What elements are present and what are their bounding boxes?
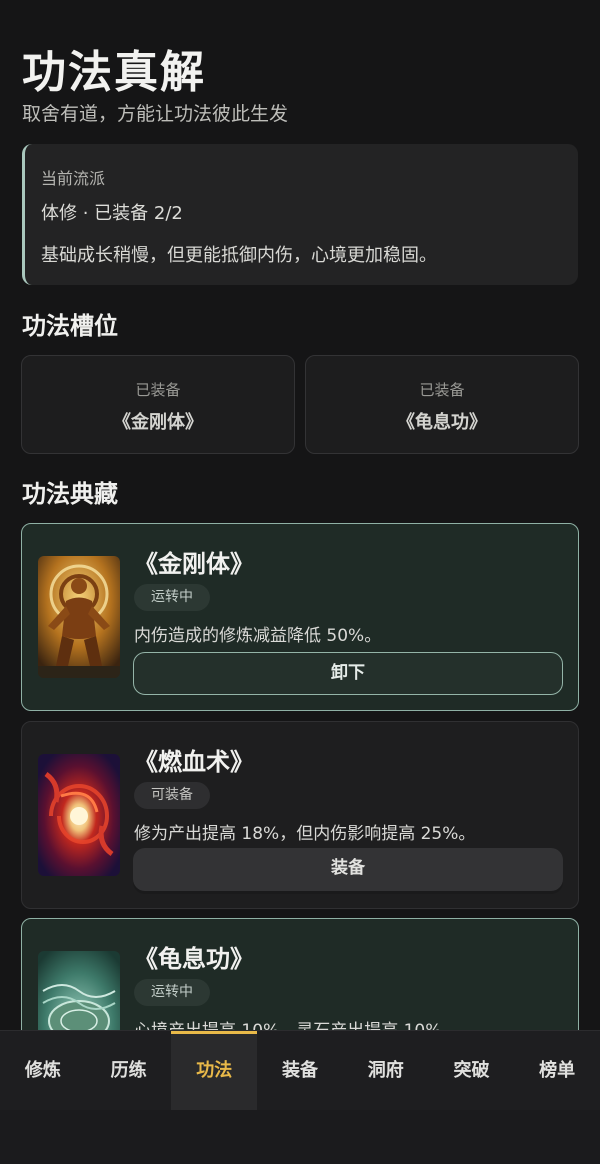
technique-name: 《燃血术》 xyxy=(134,748,254,776)
technique-card-guixigong: 《龟息功》 运转中 心境产出提高 10%，灵石产出提高 10%。 xyxy=(21,918,579,1030)
bottom-safe-area xyxy=(0,1110,600,1164)
library-section-title: 功法典藏 xyxy=(22,480,118,508)
unequip-button[interactable]: 卸下 xyxy=(133,652,563,695)
nav-tab-leaderboard[interactable]: 榜单 xyxy=(514,1031,600,1110)
nav-tab-adventure[interactable]: 历练 xyxy=(86,1031,172,1110)
slot-status: 已装备 xyxy=(419,381,465,399)
main-scroll-area[interactable]: 功法真解 取舍有道，方能让功法彼此生发 当前流派 体修 · 已装备 2/2 基础… xyxy=(0,0,600,1030)
current-school-description: 基础成长稍慢，但更能抵御内伤，心境更加稳固。 xyxy=(41,245,437,266)
golden-vajra-art xyxy=(38,556,120,678)
nav-tab-equipment[interactable]: 装备 xyxy=(257,1031,343,1110)
blood-vortex-art xyxy=(38,754,120,876)
technique-card-ranxueshu: 《燃血术》 可装备 修为产出提高 18%，但内伤影响提高 25%。 装备 xyxy=(21,721,579,909)
slot-status: 已装备 xyxy=(135,381,181,399)
status-badge: 运转中 xyxy=(134,979,210,1006)
nav-tab-cave-abode[interactable]: 洞府 xyxy=(343,1031,429,1110)
page-title: 功法真解 xyxy=(22,47,206,98)
status-badge: 运转中 xyxy=(134,584,210,611)
equip-button[interactable]: 装备 xyxy=(133,848,563,891)
slot-technique-name: 《龟息功》 xyxy=(397,412,487,433)
technique-name: 《龟息功》 xyxy=(134,945,254,973)
nav-tab-breakthrough[interactable]: 突破 xyxy=(429,1031,515,1110)
nav-tab-cultivate[interactable]: 修炼 xyxy=(0,1031,86,1110)
turtle-breath-art xyxy=(38,951,120,1030)
current-school-card: 当前流派 体修 · 已装备 2/2 基础成长稍慢，但更能抵御内伤，心境更加稳固。 xyxy=(22,144,578,285)
current-school-status: 体修 · 已装备 2/2 xyxy=(41,203,183,224)
page-subtitle: 取舍有道，方能让功法彼此生发 xyxy=(22,103,289,125)
slot-technique-name: 《金刚体》 xyxy=(113,412,203,433)
slots-section-title: 功法槽位 xyxy=(22,312,118,340)
current-school-label: 当前流派 xyxy=(41,169,106,188)
bottom-nav: 修炼 历练 功法 装备 洞府 突破 榜单 xyxy=(0,1030,600,1110)
technique-slot-2[interactable]: 已装备 《龟息功》 xyxy=(305,355,579,454)
status-badge: 可装备 xyxy=(134,782,210,809)
technique-effect: 内伤造成的修炼减益降低 50%。 xyxy=(134,626,382,646)
technique-card-jingangti: 《金刚体》 运转中 内伤造成的修炼减益降低 50%。 卸下 xyxy=(21,523,579,711)
technique-name: 《金刚体》 xyxy=(134,550,254,578)
technique-slot-1[interactable]: 已装备 《金刚体》 xyxy=(21,355,295,454)
technique-effect: 修为产出提高 18%，但内伤影响提高 25%。 xyxy=(134,824,476,844)
nav-tab-techniques[interactable]: 功法 xyxy=(171,1031,258,1110)
technique-effect: 心境产出提高 10%，灵石产出提高 10%。 xyxy=(134,1016,458,1030)
